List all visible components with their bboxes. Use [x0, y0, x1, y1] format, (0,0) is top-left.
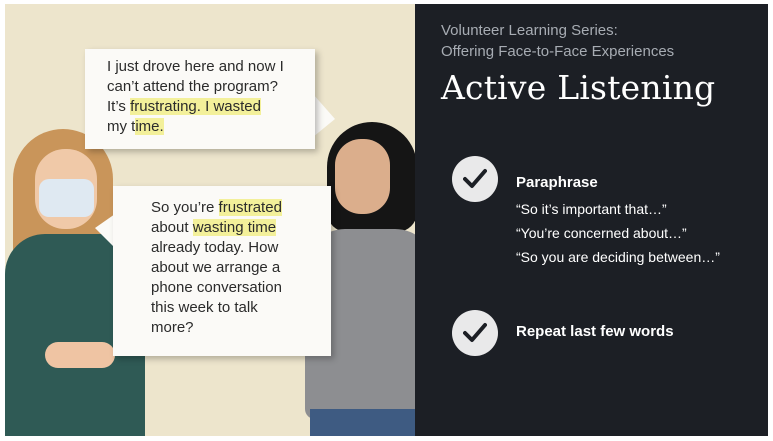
- slide: I just drove here and now I can’t attend…: [5, 4, 768, 436]
- bubble-line: about wasting time: [151, 219, 277, 236]
- item-title-repeat: Repeat last few words: [516, 323, 674, 340]
- example-quote: “You’re concerned about…”: [516, 225, 687, 241]
- bubble-line: phone conversation: [151, 279, 282, 296]
- highlighted-text: ime.: [135, 118, 164, 135]
- bubble-line: this week to talk: [151, 299, 258, 316]
- visitor-jeans: [310, 409, 415, 436]
- highlighted-text: wasting time: [192, 219, 277, 236]
- example-quote: “So it’s important that…”: [516, 201, 667, 217]
- volunteer-hand: [45, 342, 115, 368]
- item-title-paraphrase: Paraphrase: [516, 174, 598, 191]
- bubble-line: can’t attend the program?: [107, 78, 278, 95]
- slide-title: Active Listening: [441, 68, 716, 107]
- bubble-line: more?: [151, 319, 194, 336]
- highlighted-text: frustrated: [218, 199, 282, 216]
- face-mask: [39, 179, 94, 217]
- speech-bubble-tail: [313, 94, 335, 137]
- bubble-line: already today. How: [151, 239, 279, 256]
- scene-photo: I just drove here and now I can’t attend…: [5, 4, 415, 436]
- content-panel: Volunteer Learning Series: Offering Face…: [415, 4, 768, 436]
- paraphrase-examples: “So it’s important that…” “You’re concer…: [516, 197, 720, 269]
- checkmark-icon: [452, 156, 498, 202]
- example-quote: “So you are deciding between…”: [516, 249, 720, 265]
- bubble-line: I just drove here and now I: [107, 58, 284, 75]
- bubble-line: So you’re frustrated: [151, 199, 282, 216]
- series-subtitle: Volunteer Learning Series: Offering Face…: [441, 22, 675, 60]
- bubble-line: It’s frustrating. I wasted: [107, 98, 261, 115]
- bubble-line: my time.: [107, 118, 164, 135]
- speech-bubble-tail: [95, 214, 115, 248]
- checkmark-icon: [452, 310, 498, 356]
- highlighted-text: frustrating. I wasted: [130, 98, 261, 115]
- speech-bubble-volunteer: So you’re frustrated about wasting time …: [113, 186, 331, 356]
- bubble-line: about we arrange a: [151, 259, 281, 276]
- visitor-face: [335, 139, 390, 214]
- speech-bubble-visitor: I just drove here and now I can’t attend…: [85, 49, 315, 149]
